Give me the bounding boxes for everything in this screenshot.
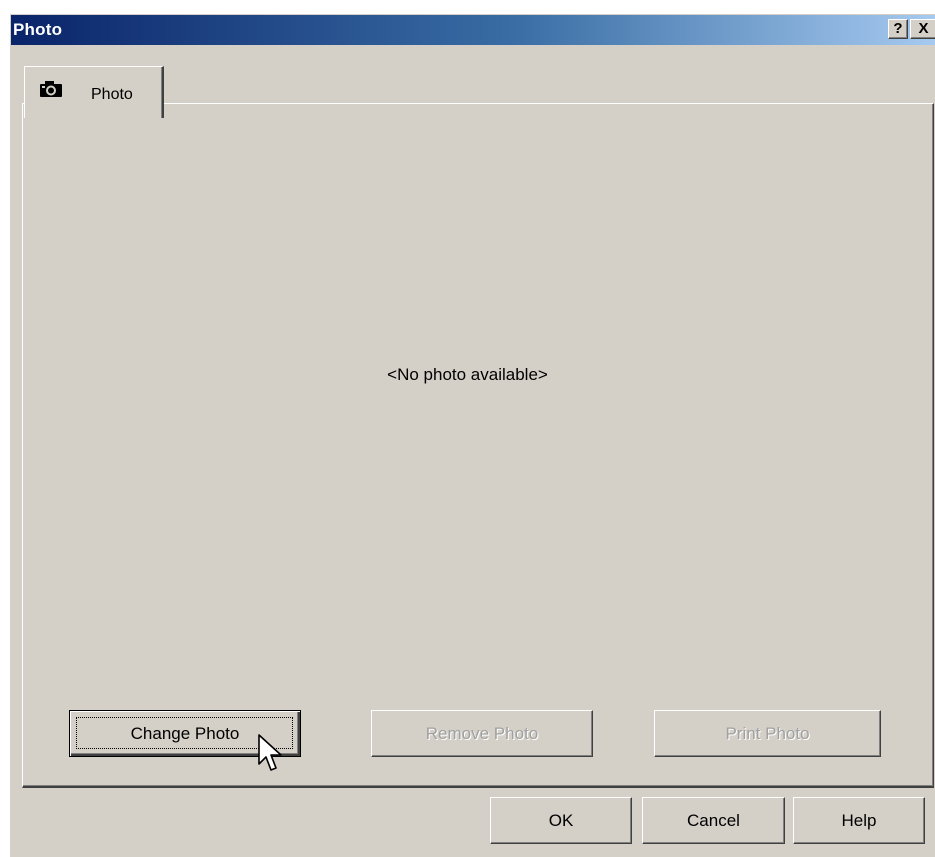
cancel-label: Cancel — [687, 811, 740, 830]
no-photo-message: <No photo available> — [387, 365, 548, 384]
window-title: Photo — [13, 20, 63, 39]
arrow-cursor-icon — [258, 734, 282, 771]
help-label: Help — [841, 811, 877, 830]
remove-photo-button[interactable]: Remove Photo — [371, 710, 593, 757]
camera-icon — [40, 81, 62, 97]
print-photo-label: Print Photo — [725, 724, 810, 743]
title-bar[interactable]: Photo ? X — [11, 15, 935, 45]
print-photo-button[interactable]: Print Photo — [654, 710, 881, 757]
photo-tab-panel — [22, 103, 934, 788]
ok-button[interactable]: OK — [490, 797, 632, 844]
help-icon[interactable]: ? — [888, 19, 908, 39]
tab-photo[interactable]: Photo — [24, 66, 164, 118]
tab-label: Photo — [91, 86, 133, 103]
remove-photo-label: Remove Photo — [425, 724, 539, 743]
help-button[interactable]: Help — [793, 797, 925, 844]
cancel-button[interactable]: Cancel — [642, 797, 785, 844]
close-icon[interactable]: X — [910, 19, 935, 39]
change-photo-label: Change Photo — [130, 724, 240, 743]
ok-label: OK — [548, 811, 574, 830]
